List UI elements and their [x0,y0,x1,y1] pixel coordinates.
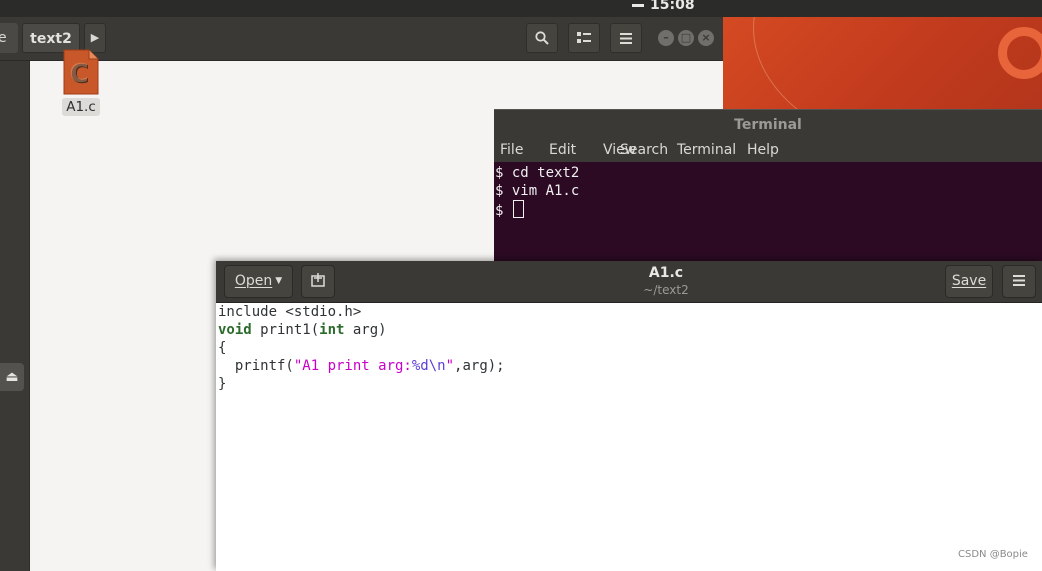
hamburger-menu-icon [1013,275,1025,286]
maximize-button[interactable]: □ [678,30,694,46]
minimize-button[interactable]: – [658,30,674,46]
save-button[interactable]: Save [945,265,993,298]
code-editor[interactable]: include <stdio.h> void print1(int arg){ p… [218,303,505,393]
eject-button[interactable]: ⏏ [0,363,24,391]
terminal-menu-search[interactable]: Search [620,142,668,158]
terminal-window: Terminal File Edit View Search Terminal … [494,109,1042,269]
code-text: include <stdio.h> [218,304,362,320]
code-text: printf( [218,358,294,374]
wallpaper-ring [998,27,1042,79]
code-text: arg) [344,322,387,338]
eject-icon: ⏏ [5,369,19,385]
code-string: " [445,358,455,374]
desktop-wallpaper [723,17,1042,110]
terminal-prompt-line: $ [495,200,579,220]
maximize-icon: □ [680,31,692,44]
file-manager-sidebar: ⏏ [0,61,30,571]
top-bar: 15:08 [0,0,1042,17]
search-button[interactable] [526,23,558,53]
clock[interactable]: 15:08 [632,0,695,13]
close-button[interactable]: × [698,30,714,46]
clock-mark-icon [632,3,644,7]
terminal-menu-help[interactable]: Help [747,142,779,158]
code-keyword: void [218,322,252,338]
terminal-menu-edit[interactable]: Edit [549,142,576,158]
terminal-title[interactable]: Terminal [494,109,1042,141]
wallpaper-arc [753,17,1042,110]
code-format-specifier: %d [411,358,429,374]
menu-button[interactable] [610,23,642,53]
terminal-menubar: File Edit View Search Terminal Help [494,140,1042,162]
save-button-label: Save [951,273,987,289]
minimize-icon: – [663,31,669,44]
hamburger-menu-icon [620,33,632,44]
code-keyword: int [319,322,345,338]
terminal-menu-file[interactable]: File [500,142,523,158]
c-source-file-icon[interactable]: C C [62,49,99,95]
gedit-window: Open ▼ A1.c ~/text2 Save include <stdio.h… [216,261,1042,571]
clock-time: 15:08 [650,0,695,13]
code-escape-sequence: \n [428,358,446,374]
view-toggle-button[interactable] [568,23,600,53]
code-line: { [218,339,505,357]
code-text: { [218,340,227,356]
document-title: A1.c [648,265,684,281]
terminal-line: $ cd text2 [495,165,580,181]
code-text: } [218,376,227,392]
chevron-right-icon: ▶ [90,31,100,44]
gedit-menu-button[interactable] [1002,265,1036,298]
terminal-cursor [512,200,524,218]
file-name-label[interactable]: A1.c [62,98,100,116]
file-manager-header: e text2 ▶ – □ × [0,17,723,61]
code-line: printf("A1 print arg:%d\n",arg); [218,357,505,375]
code-text: print1( [251,322,320,338]
terminal-output[interactable]: $ cd text2 $ vim A1.c $ [495,164,579,220]
document-path: ~/text2 [643,283,689,297]
terminal-prompt: $ [495,203,512,219]
code-line: void print1(int arg) [218,321,505,339]
view-list-icon [577,32,591,43]
path-segment-previous[interactable]: e [0,23,18,53]
code-text: ,arg); [454,358,505,374]
code-line: include <stdio.h> [218,303,505,321]
terminal-menu-terminal[interactable]: Terminal [677,142,736,158]
watermark: CSDN @Bopie [958,549,1028,560]
code-string: "A1 print arg: [293,358,412,374]
svg-text:C: C [69,59,88,89]
code-line: } [218,375,505,393]
close-icon: × [701,31,711,44]
terminal-line: $ vim A1.c [495,183,580,199]
search-icon [535,31,549,45]
gedit-header: Open ▼ A1.c ~/text2 Save [216,261,1042,303]
